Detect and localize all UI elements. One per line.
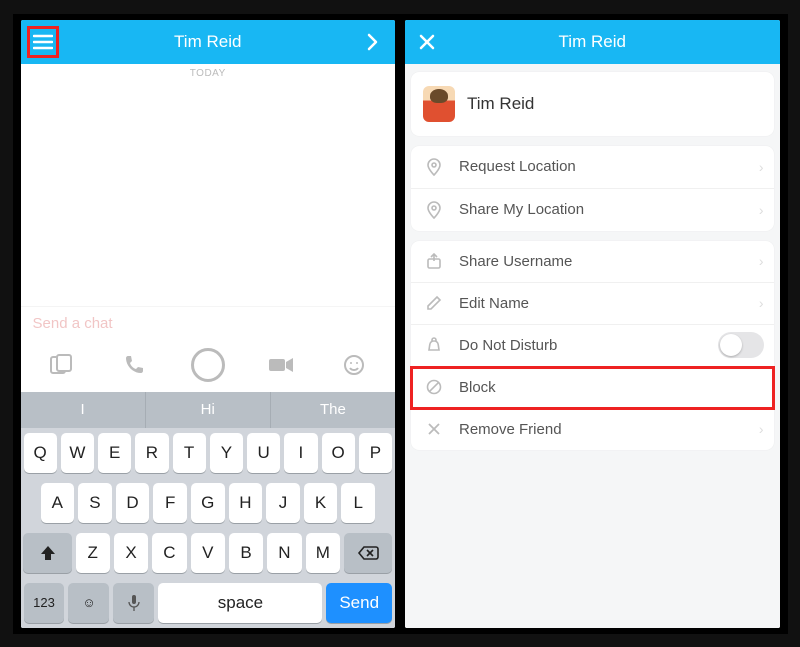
request-location-row[interactable]: Request Location ›	[411, 146, 774, 189]
do-not-disturb-row[interactable]: Do Not Disturb	[411, 325, 774, 367]
chat-input[interactable]: Send a chat	[21, 306, 396, 340]
keyboard-suggestions: I Hi The	[21, 392, 396, 428]
profile-screen: Tim Reid Tim Reid Request Location › Sha…	[405, 20, 780, 628]
share-username-row[interactable]: Share Username ›	[411, 241, 774, 283]
chat-date-label: TODAY	[21, 64, 396, 83]
chat-action-bar	[21, 340, 396, 392]
location-pin-icon	[423, 158, 445, 176]
share-username-label: Share Username	[459, 253, 572, 270]
key-q[interactable]: Q	[24, 433, 57, 473]
key-f[interactable]: F	[153, 483, 187, 523]
key-n[interactable]: N	[267, 533, 301, 573]
profile-body: Tim Reid Request Location › Share My Loc…	[405, 64, 780, 628]
chevron-icon: ›	[759, 253, 764, 269]
request-location-label: Request Location	[459, 158, 576, 175]
key-d[interactable]: D	[116, 483, 150, 523]
suggestion-2[interactable]: The	[271, 392, 395, 428]
avatar-icon	[423, 86, 455, 122]
do-not-disturb-label: Do Not Disturb	[459, 337, 557, 354]
block-row[interactable]: Block	[411, 367, 774, 409]
key-b[interactable]: B	[229, 533, 263, 573]
edit-name-row[interactable]: Edit Name ›	[411, 283, 774, 325]
key-w[interactable]: W	[61, 433, 94, 473]
key-send[interactable]: Send	[326, 583, 392, 623]
key-a[interactable]: A	[41, 483, 75, 523]
key-c[interactable]: C	[152, 533, 186, 573]
share-icon	[423, 253, 445, 269]
share-my-location-row[interactable]: Share My Location ›	[411, 189, 774, 231]
chat-empty-space	[21, 83, 396, 306]
emoji-icon[interactable]	[334, 348, 374, 382]
key-emoji[interactable]: ☺	[68, 583, 109, 623]
chat-screen: Tim Reid TODAY Send a chat I Hi The	[21, 20, 396, 628]
share-my-location-label: Share My Location	[459, 201, 584, 218]
chevron-right-icon[interactable]	[359, 28, 387, 56]
chat-title: Tim Reid	[57, 32, 360, 52]
key-u[interactable]: U	[247, 433, 280, 473]
location-pin-icon	[423, 201, 445, 219]
kb-row-3: Z X C V B N M	[21, 528, 396, 578]
block-icon	[423, 379, 445, 395]
dnd-icon	[423, 337, 445, 353]
profile-card: Tim Reid	[411, 72, 774, 136]
shutter-button[interactable]	[188, 348, 228, 382]
suggestion-0[interactable]: I	[21, 392, 146, 428]
profile-title: Tim Reid	[441, 32, 744, 52]
key-h[interactable]: H	[229, 483, 263, 523]
key-j[interactable]: J	[266, 483, 300, 523]
kb-row-4: 123 ☺ space Send	[21, 578, 396, 628]
remove-icon	[423, 422, 445, 436]
menu-icon[interactable]	[29, 28, 57, 56]
chevron-icon: ›	[759, 159, 764, 175]
keyboard: I Hi The Q W E R T Y U I O P A S D F	[21, 392, 396, 628]
key-t[interactable]: T	[173, 433, 206, 473]
close-icon[interactable]	[413, 28, 441, 56]
key-g[interactable]: G	[191, 483, 225, 523]
key-l[interactable]: L	[341, 483, 375, 523]
key-backspace[interactable]	[344, 533, 392, 573]
key-v[interactable]: V	[191, 533, 225, 573]
remove-friend-row[interactable]: Remove Friend ›	[411, 409, 774, 450]
key-x[interactable]: X	[114, 533, 148, 573]
tutorial-frame: Tim Reid TODAY Send a chat I Hi The	[13, 14, 788, 634]
key-mic[interactable]	[113, 583, 154, 623]
key-i[interactable]: I	[284, 433, 317, 473]
key-shift[interactable]	[23, 533, 71, 573]
chat-area: TODAY Send a chat	[21, 64, 396, 392]
key-r[interactable]: R	[135, 433, 168, 473]
key-p[interactable]: P	[359, 433, 392, 473]
key-123[interactable]: 123	[24, 583, 65, 623]
chat-header: Tim Reid	[21, 20, 396, 64]
location-card: Request Location › Share My Location ›	[411, 146, 774, 231]
profile-row[interactable]: Tim Reid	[411, 72, 774, 136]
edit-name-label: Edit Name	[459, 295, 529, 312]
phone-icon[interactable]	[114, 348, 154, 382]
key-z[interactable]: Z	[76, 533, 110, 573]
chevron-icon: ›	[759, 295, 764, 311]
kb-row-1: Q W E R T Y U I O P	[21, 428, 396, 478]
key-space[interactable]: space	[158, 583, 322, 623]
block-label: Block	[459, 379, 496, 396]
video-icon[interactable]	[261, 348, 301, 382]
key-k[interactable]: K	[304, 483, 338, 523]
settings-card: Share Username › Edit Name › Do Not Dist…	[411, 241, 774, 450]
key-y[interactable]: Y	[210, 433, 243, 473]
key-s[interactable]: S	[78, 483, 112, 523]
chevron-icon: ›	[759, 202, 764, 218]
remove-friend-label: Remove Friend	[459, 421, 562, 438]
gallery-icon[interactable]	[41, 348, 81, 382]
kb-row-2: A S D F G H J K L	[21, 478, 396, 528]
profile-header: Tim Reid	[405, 20, 780, 64]
profile-name: Tim Reid	[467, 94, 534, 114]
dnd-toggle[interactable]	[718, 332, 764, 358]
suggestion-1[interactable]: Hi	[146, 392, 271, 428]
pencil-icon	[423, 295, 445, 311]
key-o[interactable]: O	[322, 433, 355, 473]
key-m[interactable]: M	[306, 533, 340, 573]
chevron-icon: ›	[759, 421, 764, 437]
key-e[interactable]: E	[98, 433, 131, 473]
